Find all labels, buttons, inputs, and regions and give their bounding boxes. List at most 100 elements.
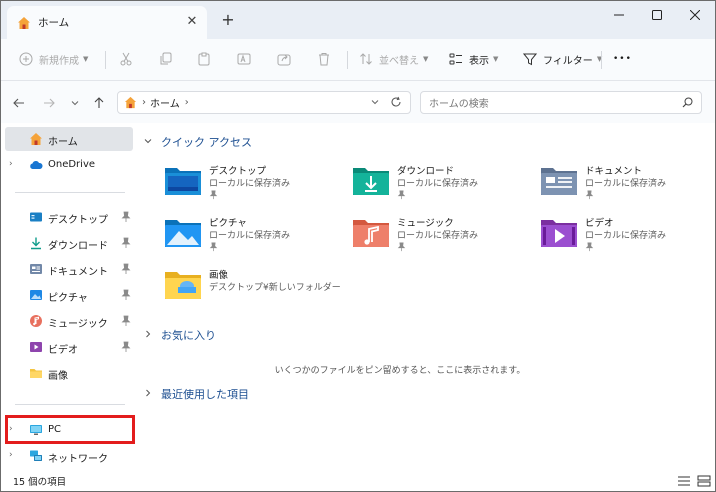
tile-name: ドキュメント [585,166,643,177]
cut-button[interactable] [119,48,133,70]
music-folder-icon [353,220,389,247]
quick-access-tile-desktop[interactable]: デスクトップ ローカルに保存済み [165,161,335,205]
sidebar-item-pictures[interactable]: ピクチャ [5,283,133,307]
minimize-button[interactable] [601,5,637,25]
section-favorites[interactable]: お気に入り [143,326,216,344]
videos-folder-icon [541,220,577,247]
quick-access-tile-videos[interactable]: ビデオ ローカルに保存済み [541,213,711,257]
quick-access-tile-downloads[interactable]: ダウンロード ローカルに保存済み [353,161,523,205]
sidebar-item-home[interactable]: ホーム [5,127,133,151]
sidebar-item-images[interactable]: 画像 [5,361,133,385]
highlight-box [5,415,135,444]
sidebar-item-onedrive[interactable]: › OneDrive [5,153,133,177]
filter-button[interactable]: フィルター ▼ [523,48,602,70]
forward-button[interactable] [41,95,57,111]
section-quick-access[interactable]: クイック アクセス [143,133,252,151]
arrow-up-icon [94,97,104,108]
view-button[interactable]: 表示 ▼ [449,48,498,70]
breadcrumb-home[interactable]: ホーム [150,95,180,110]
search-input[interactable]: ホームの検索 [420,91,702,114]
favorites-empty-message: いくつかのファイルをピン留めすると、ここに表示されます。 [274,366,526,376]
sidebar-item-label: ネットワーク [48,454,108,465]
sidebar-item-music[interactable]: ミュージック [5,309,133,333]
rename-button[interactable] [237,48,251,70]
chevron-down-icon [143,136,155,149]
pin-icon[interactable] [397,242,406,252]
sidebar-item-downloads[interactable]: ダウンロード [5,231,133,255]
pin-icon[interactable] [121,263,131,275]
pin-icon[interactable] [121,289,131,301]
sidebar-item-videos[interactable]: ビデオ [5,335,133,359]
sidebar-item-network[interactable]: › ネットワーク [5,444,133,468]
close-tab-icon[interactable]: ✕ [185,15,199,29]
documents-folder-icon [541,168,577,195]
section-recent[interactable]: 最近使用した項目 [143,385,249,403]
sort-button[interactable]: 並べ替え ▼ [359,48,428,70]
toolbar-divider [105,51,106,69]
videos-icon [30,342,42,352]
new-button[interactable]: 新規作成 ▼ [19,48,88,70]
close-window-button[interactable] [677,5,713,25]
tab-home[interactable]: ホーム ✕ [7,6,207,39]
address-bar[interactable]: › ホーム › [117,91,411,114]
pin-icon[interactable] [397,190,406,200]
pin-icon[interactable] [121,315,131,327]
tile-subtitle: ローカルに保存済み [585,231,667,241]
new-button-label: 新規作成 [39,55,79,67]
arrow-left-icon [13,98,24,108]
tile-subtitle: ローカルに保存済み [209,231,291,241]
folder-icon [30,369,42,378]
desktop-folder-icon [165,168,201,195]
status-bar: 15 個の項目 [1,471,715,491]
refresh-icon[interactable] [390,96,402,111]
pin-icon[interactable] [121,341,131,353]
share-button[interactable] [277,48,291,70]
sidebar-item-label: ビデオ [48,345,78,356]
pin-icon[interactable] [209,190,218,200]
tile-subtitle: ローカルに保存済み [397,179,479,189]
pin-icon[interactable] [121,237,131,249]
maximize-button[interactable] [639,5,675,25]
sidebar-item-label: 画像 [48,371,68,382]
home-icon [18,16,30,29]
sidebar-item-desktop[interactable]: デスクトップ [5,205,133,229]
music-icon [30,315,42,327]
close-icon [690,10,700,20]
more-options-button[interactable]: ••• [613,48,632,70]
sidebar-item-documents[interactable]: ドキュメント [5,257,133,281]
pin-icon[interactable] [585,190,594,200]
details-view-icon[interactable] [677,475,691,487]
folder-icon [165,272,201,299]
quick-access-tile-images[interactable]: 画像 デスクトップ¥新しいフォルダー [165,265,341,309]
filter-icon [523,53,537,66]
expand-chevron-icon[interactable]: › [9,159,19,171]
sidebar-item-label: ピクチャ [48,293,88,304]
chevron-down-icon: ▼ [493,55,499,63]
file-explorer-window: ホーム ✕ + 新規作成 ▼ 並べ替え ▼ 表示 ▼ フィルター ▼ ••• ›… [0,0,716,492]
recent-locations-button[interactable] [67,95,83,111]
breadcrumb-chevron-icon[interactable]: › [185,97,189,108]
sidebar-item-label: ドキュメント [48,267,108,278]
delete-button[interactable] [317,48,331,70]
tiles-view-icon[interactable] [697,475,711,487]
share-icon [277,54,291,66]
quick-access-tile-pictures[interactable]: ピクチャ ローカルに保存済み [165,213,335,257]
toolbar-divider [601,51,602,69]
tile-name: ミュージック [397,218,454,229]
address-dropdown-icon[interactable] [370,97,380,110]
paste-button[interactable] [197,48,211,70]
new-tab-button[interactable]: + [220,12,236,28]
up-button[interactable] [91,95,107,111]
back-button[interactable] [11,95,27,111]
sidebar-item-label: ダウンロード [48,241,108,252]
download-icon [31,237,41,250]
quick-access-tile-documents[interactable]: ドキュメント ローカルに保存済み [541,161,711,205]
pin-icon[interactable] [585,242,594,252]
expand-chevron-icon[interactable]: › [9,450,19,462]
pin-icon[interactable] [121,211,131,223]
view-button-label: 表示 [469,55,489,67]
tile-subtitle: ローカルに保存済み [209,179,291,189]
quick-access-tile-music[interactable]: ミュージック ローカルに保存済み [353,213,523,257]
pin-icon[interactable] [209,242,218,252]
copy-button[interactable] [159,48,173,70]
